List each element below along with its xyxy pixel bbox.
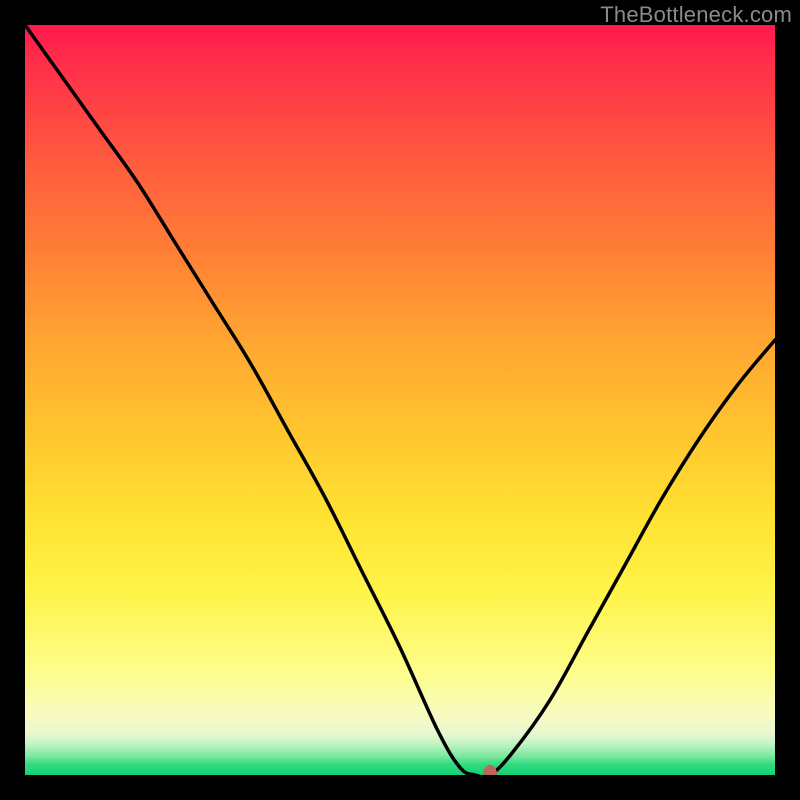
- plot-area: [25, 25, 775, 775]
- bottleneck-curve: [25, 25, 775, 775]
- watermark-text: TheBottleneck.com: [600, 2, 792, 28]
- optimal-point-marker: [483, 765, 497, 776]
- chart-frame: TheBottleneck.com: [0, 0, 800, 800]
